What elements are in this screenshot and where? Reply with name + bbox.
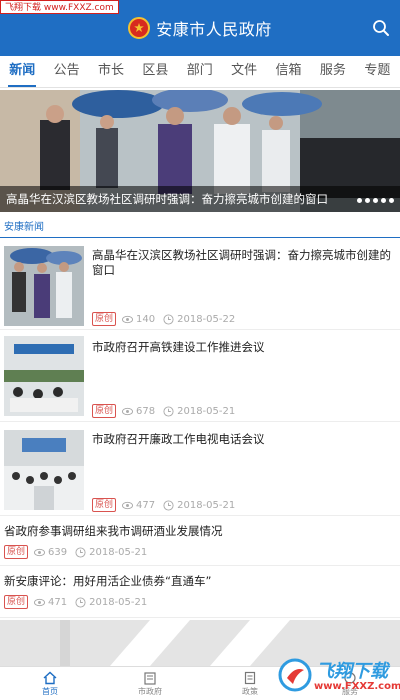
page-title: 安康市人民政府 xyxy=(156,20,272,39)
news-item[interactable]: 市政府召开高铁建设工作推进会议 原创 678 2018-05-21 xyxy=(0,330,400,422)
clock-icon xyxy=(163,499,174,511)
carousel-dots[interactable] xyxy=(357,198,394,203)
original-badge: 原创 xyxy=(4,595,29,609)
news-meta: 原创 639 2018-05-21 xyxy=(4,545,155,559)
eye-icon xyxy=(122,501,134,509)
news-title[interactable]: 新安康评论：用好用活企业债券“直通车” xyxy=(4,574,394,589)
tab-departments[interactable]: 部门 xyxy=(178,56,222,88)
tab-topics[interactable]: 专题 xyxy=(355,56,399,88)
tab-mailbox[interactable]: 信箱 xyxy=(266,56,310,88)
view-count: 678 xyxy=(136,405,156,417)
original-badge: 原创 xyxy=(92,498,117,512)
carousel-dot[interactable] xyxy=(381,198,386,203)
eye-icon xyxy=(34,598,46,606)
tab-documents[interactable]: 文件 xyxy=(222,56,266,88)
view-count: 477 xyxy=(136,499,156,511)
nav-label: 首页 xyxy=(42,686,58,696)
nav-label: 市政府 xyxy=(138,686,162,696)
download-site-logo: 飞翔下载 www.FXXZ.com xyxy=(278,654,400,696)
clock-icon xyxy=(163,313,174,325)
logo-text: 飞翔下载 xyxy=(316,661,388,682)
carousel-dot[interactable] xyxy=(365,198,370,203)
publish-date: 2018-05-21 xyxy=(177,405,236,417)
news-thumbnail xyxy=(4,336,84,416)
tab-announcements[interactable]: 公告 xyxy=(44,56,88,88)
nav-home[interactable]: 首页 xyxy=(0,667,100,700)
clock-icon xyxy=(75,596,86,608)
banner-caption: 高晶华在汉滨区教场社区调研时强调：奋力擦亮城市创建的窗口 xyxy=(0,186,400,212)
news-title[interactable]: 市政府召开廉政工作电视电话会议 xyxy=(92,432,392,447)
original-badge: 原创 xyxy=(92,404,117,418)
news-meta: 原创 471 2018-05-21 xyxy=(4,595,155,609)
news-item[interactable]: 省政府参事调研组来我市调研酒业发展情况 原创 639 2018-05-21 xyxy=(0,516,400,566)
original-badge: 原创 xyxy=(4,545,29,559)
news-meta: 原创 678 2018-05-21 xyxy=(92,404,243,418)
tab-news[interactable]: 新闻 xyxy=(0,56,44,88)
carousel-dot[interactable] xyxy=(357,198,362,203)
search-icon[interactable] xyxy=(372,19,390,37)
eye-icon xyxy=(34,548,46,556)
news-item[interactable]: 新安康评论：用好用活企业债券“直通车” 原创 471 2018-05-21 xyxy=(0,566,400,618)
view-count: 639 xyxy=(48,546,68,558)
publish-date: 2018-05-22 xyxy=(177,313,236,325)
original-badge: 原创 xyxy=(92,312,117,326)
view-count: 140 xyxy=(136,313,156,325)
news-item[interactable]: 高晶华在汉滨区教场社区调研时强调：奋力擦亮城市创建的窗口 原创 140 2018… xyxy=(0,238,400,330)
home-icon xyxy=(43,671,57,684)
news-item[interactable]: 市政府召开廉政工作电视电话会议 原创 477 2018-05-21 xyxy=(0,422,400,516)
download-site-watermark: 飞翔下载 www.FXXZ.com xyxy=(0,0,119,14)
news-title[interactable]: 高晶华在汉滨区教场社区调研时强调：奋力擦亮城市创建的窗口 xyxy=(92,248,392,278)
news-thumbnail xyxy=(4,430,84,510)
tab-services[interactable]: 服务 xyxy=(311,56,355,88)
news-title[interactable]: 省政府参事调研组来我市调研酒业发展情况 xyxy=(4,524,394,539)
tab-districts[interactable]: 区县 xyxy=(133,56,177,88)
nav-label: 政策 xyxy=(242,686,258,696)
view-count: 471 xyxy=(48,596,68,608)
featured-banner[interactable]: 高晶华在汉滨区教场社区调研时强调：奋力擦亮城市创建的窗口 xyxy=(0,90,400,212)
section-header: 安康新闻 xyxy=(0,214,400,238)
eye-icon xyxy=(122,407,134,415)
clock-icon xyxy=(163,405,174,417)
news-thumbnail xyxy=(4,246,84,326)
document-icon xyxy=(244,671,256,684)
eye-icon xyxy=(122,315,134,323)
nav-city-government[interactable]: 市政府 xyxy=(100,667,200,700)
logo-url: www.FXXZ.com xyxy=(314,681,400,692)
news-meta: 原创 140 2018-05-22 xyxy=(92,312,243,326)
news-meta: 原创 477 2018-05-21 xyxy=(92,498,243,512)
national-emblem-icon xyxy=(128,17,151,39)
section-title: 安康新闻 xyxy=(4,222,44,233)
carousel-dot[interactable] xyxy=(389,198,394,203)
carousel-dot[interactable] xyxy=(373,198,378,203)
category-tabs: 新闻 公告 市长 区县 部门 文件 信箱 服务 专题 xyxy=(0,56,400,88)
publish-date: 2018-05-21 xyxy=(89,546,148,558)
publish-date: 2018-05-21 xyxy=(89,596,148,608)
clock-icon xyxy=(75,546,86,558)
news-title[interactable]: 市政府召开高铁建设工作推进会议 xyxy=(92,340,392,355)
building-icon xyxy=(144,671,156,685)
logo-icon xyxy=(278,658,312,692)
publish-date: 2018-05-21 xyxy=(177,499,236,511)
tab-mayor[interactable]: 市长 xyxy=(89,56,133,88)
